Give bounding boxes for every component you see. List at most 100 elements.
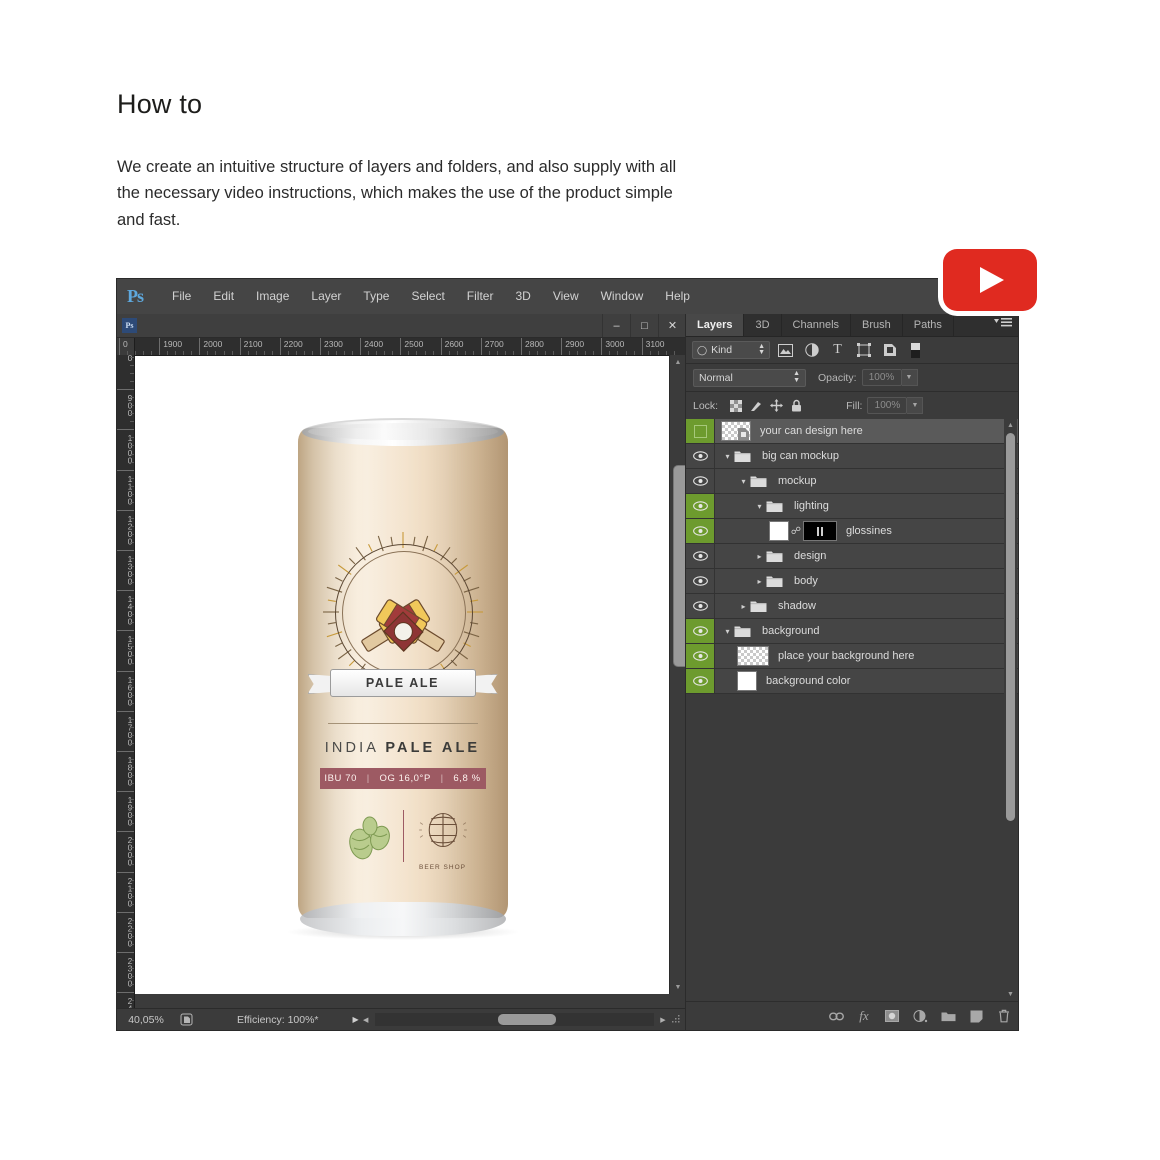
menu-item-3d[interactable]: 3D [504,279,541,314]
hscroll-right-arrow-icon[interactable]: ▶ [656,1016,670,1024]
layer-visibility-toggle-icon[interactable] [686,619,715,643]
document-thumb-icon[interactable] [175,1013,197,1026]
fill-dropdown-arrow-icon[interactable]: ▼ [907,397,924,414]
minimize-button[interactable]: – [602,314,630,337]
layer-disclosure-chevron-icon[interactable]: ▾ [721,452,734,461]
layer-visibility-toggle-icon[interactable] [686,469,715,493]
layer-row[interactable]: ▸ shadow [686,594,1018,619]
link-layers-icon[interactable] [822,1002,850,1030]
adjustment-layer-filter-icon[interactable] [801,341,822,359]
layer-visibility-toggle-icon[interactable] [686,544,715,568]
panel-scroll-down-icon[interactable]: ▼ [1004,988,1017,1001]
lock-image-pixels-icon[interactable] [746,397,766,415]
opacity-field[interactable]: 100% [861,369,902,386]
layer-row[interactable]: your can design here [686,419,1018,444]
tab-paths[interactable]: Paths [903,314,954,336]
blend-mode-select[interactable]: Normal ▲ ▼ [693,368,806,387]
layer-visibility-toggle-icon[interactable] [686,669,715,693]
layer-row[interactable]: ▾ lighting [686,494,1018,519]
lock-all-icon[interactable] [786,397,806,415]
layer-row[interactable]: ☍ glossines [686,519,1018,544]
menu-item-image[interactable]: Image [245,279,300,314]
menu-item-file[interactable]: File [161,279,202,314]
menu-item-window[interactable]: Window [590,279,655,314]
layer-visibility-toggle-icon[interactable] [686,569,715,593]
layer-thumbnail[interactable] [721,421,751,441]
tab-channels[interactable]: Channels [782,314,852,336]
layer-row[interactable]: place your background here [686,644,1018,669]
brand-name: BEER SHOP [419,864,466,871]
close-button[interactable]: ✕ [658,314,686,337]
layers-scroll-thumb[interactable] [1006,433,1015,821]
horizontal-ruler[interactable]: 0 1900 2000 2100 2200 2300 2400 2500 2600 2700 280… [117,338,686,356]
layer-thumbnail[interactable] [737,671,757,691]
menu-item-type[interactable]: Type [352,279,400,314]
menu-item-help[interactable]: Help [654,279,701,314]
pixel-layer-filter-icon[interactable] [775,341,796,359]
layer-disclosure-chevron-icon[interactable]: ▾ [737,477,750,486]
layer-thumbnail[interactable] [769,521,789,541]
canvas-vertical-scrollbar[interactable]: ▲ ▼ [669,355,693,994]
scroll-up-arrow-icon[interactable]: ▲ [670,355,686,369]
resize-grip-icon[interactable] [670,1013,684,1027]
layer-thumbnail[interactable] [737,646,769,666]
vertical-ruler[interactable]: 0900100011001200130014001500160017001800… [117,355,135,1010]
layer-disclosure-chevron-icon[interactable]: ▸ [753,552,766,561]
layer-row[interactable]: ▸ design [686,544,1018,569]
filter-kind-select[interactable]: ◯ Kind ▲ ▼ [692,341,770,359]
type-layer-filter-icon[interactable]: T [827,341,848,359]
filter-toggle-icon[interactable] [905,341,926,359]
menu-item-edit[interactable]: Edit [202,279,245,314]
layer-visibility-toggle-icon[interactable] [686,594,715,618]
delete-layer-icon[interactable] [990,1002,1018,1030]
opacity-dropdown-arrow-icon[interactable]: ▼ [901,369,918,386]
fill-field[interactable]: 100% [867,397,908,414]
layer-disclosure-chevron-icon[interactable]: ▾ [721,627,734,636]
layer-disclosure-chevron-icon[interactable]: ▸ [753,577,766,586]
add-mask-icon[interactable] [878,1002,906,1030]
layer-row[interactable]: ▾ big can mockup [686,444,1018,469]
smart-object-filter-icon[interactable] [879,341,900,359]
mask-link-icon[interactable]: ☍ [789,526,803,537]
canvas-hscroll-thumb[interactable] [497,1014,556,1025]
layer-visibility-toggle-icon[interactable] [686,519,715,543]
layer-row[interactable]: ▾ mockup [686,469,1018,494]
lock-transparent-pixels-icon[interactable] [726,397,746,415]
hscroll-left-arrow-icon[interactable]: ◀ [359,1016,373,1024]
maximize-button[interactable]: □ [630,314,658,337]
canvas[interactable]: PALE ALE INDIA PALE ALE IBU 70 | OG 16,0… [135,356,670,994]
tab-brush[interactable]: Brush [851,314,903,336]
layer-visibility-toggle-icon[interactable] [686,494,715,518]
zoom-level-field[interactable]: 40,05% [117,1014,175,1026]
panel-scroll-up-icon[interactable]: ▲ [1004,419,1017,432]
layer-row[interactable]: ▸ body [686,569,1018,594]
scroll-down-arrow-icon[interactable]: ▼ [670,980,686,994]
layer-row[interactable]: ▾ background [686,619,1018,644]
layers-panel-scrollbar[interactable]: ▲ ▼ [1004,419,1017,1001]
tab-3d[interactable]: 3D [744,314,782,336]
layer-disclosure-chevron-icon[interactable]: ▸ [737,602,750,611]
youtube-play-icon[interactable] [943,249,1037,311]
menu-item-view[interactable]: View [542,279,590,314]
layer-visibility-toggle-icon[interactable] [686,644,715,668]
layer-visibility-toggle-icon[interactable] [686,444,715,468]
new-group-icon[interactable] [934,1002,962,1030]
panel-menu-icon[interactable] [994,318,1012,332]
layer-mask-thumbnail[interactable] [803,521,837,541]
tab-layers[interactable]: Layers [686,314,745,336]
shape-layer-filter-icon[interactable] [853,341,874,359]
ruler-v-tick: 1400 [117,590,134,630]
lock-position-icon[interactable] [766,397,786,415]
menu-item-layer[interactable]: Layer [300,279,352,314]
menu-item-select[interactable]: Select [400,279,455,314]
new-layer-icon[interactable] [962,1002,990,1030]
new-adjustment-layer-icon[interactable] [906,1002,934,1030]
layer-style-fx-icon[interactable]: fx [850,1002,878,1030]
canvas-horizontal-scrollbar[interactable] [374,1013,654,1026]
layer-link-toggle-icon[interactable] [686,419,715,443]
layer-name: body [794,575,818,587]
layer-row[interactable]: background color [686,669,1018,694]
layer-list[interactable]: your can design here ▾ big can mockup ▾ mock… [686,419,1018,1001]
menu-item-filter[interactable]: Filter [456,279,505,314]
layer-disclosure-chevron-icon[interactable]: ▾ [753,502,766,511]
